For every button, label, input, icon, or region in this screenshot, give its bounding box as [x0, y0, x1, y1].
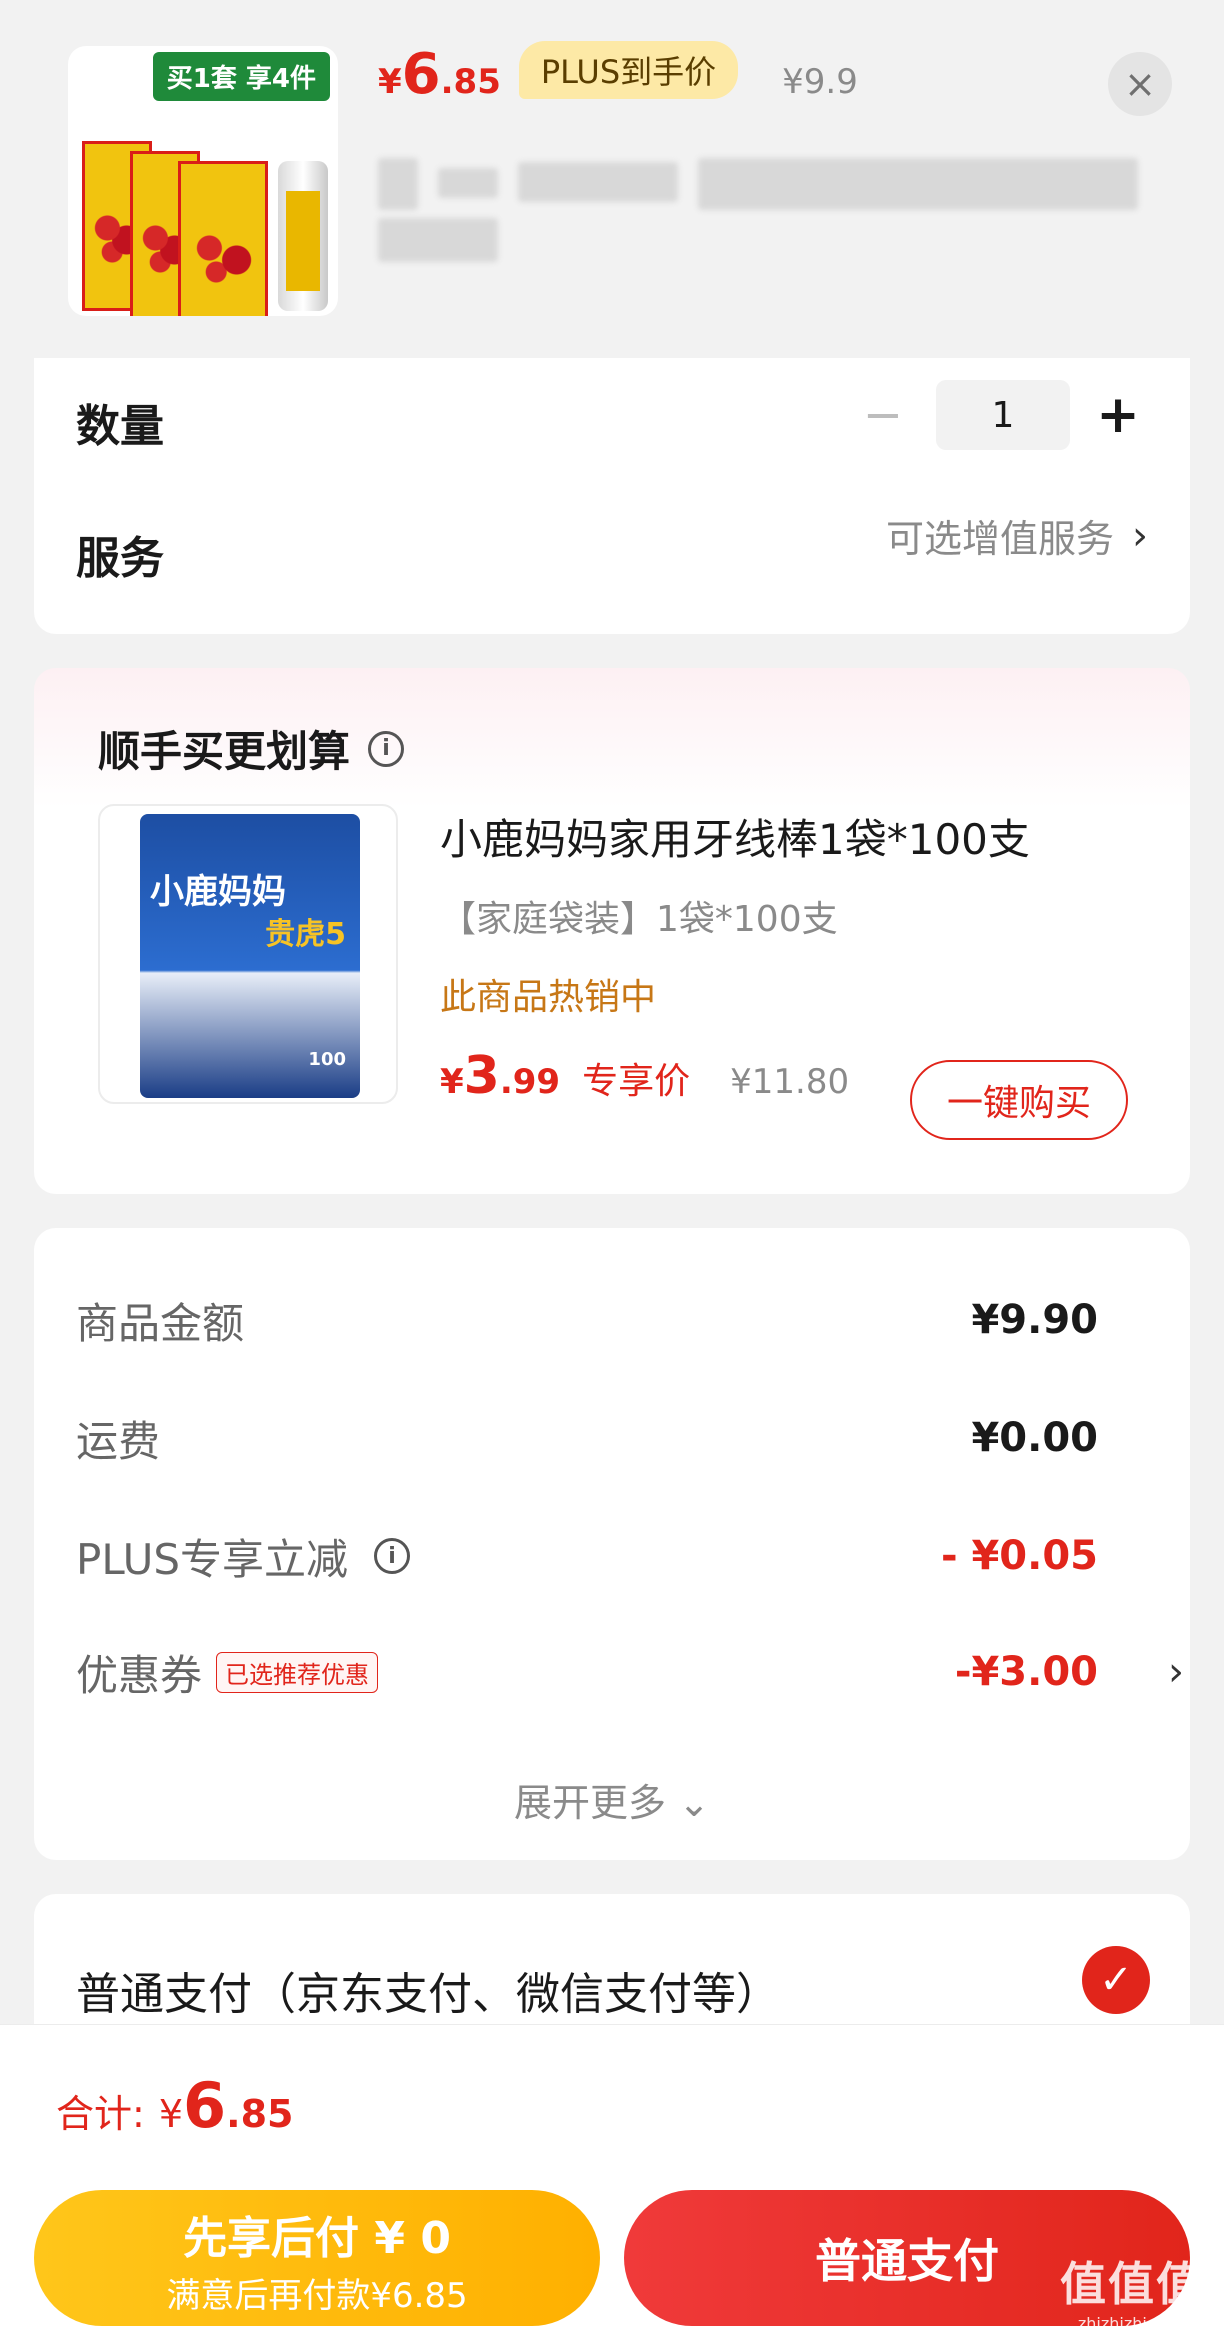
- expand-more-button[interactable]: 展开更多 ⌄: [34, 1772, 1190, 1827]
- checkout-page: 买1套 享4件 ¥ 6 .85 PLUS到手价 ¥9.9 × 数量 − 1 + …: [0, 0, 1224, 2339]
- upsell-title-text: 顺手买更划算: [98, 727, 351, 776]
- upsell-price-line: ¥ 3 .99 专享价 ¥11.80: [440, 1046, 849, 1106]
- pack-brand-text: 小鹿妈妈: [150, 872, 286, 912]
- price-integer: 3: [463, 1046, 500, 1106]
- plus-price-badge: PLUS到手价: [518, 41, 739, 99]
- bnpl-sub-label: 满意后再付款¥6.85: [166, 2276, 468, 2316]
- bag-image: [178, 161, 268, 316]
- service-selector[interactable]: 可选增值服务 ›: [886, 508, 1148, 563]
- thumb-promo-banner: 买1套 享4件: [152, 52, 330, 101]
- price-integer: 6: [401, 42, 441, 107]
- wrap-roll-image: [278, 161, 328, 311]
- summary-value: ¥9.90: [971, 1297, 1098, 1343]
- check-icon[interactable]: ✓: [1082, 1946, 1150, 2014]
- upsell-title: 顺手买更划算 i: [98, 718, 405, 779]
- price-symbol: ¥: [440, 1062, 464, 1102]
- total-price: 合计: ¥ 6 .85: [56, 2069, 293, 2142]
- exclusive-price-tag: 专享价: [582, 1061, 691, 1102]
- summary-label-text: PLUS专享立减: [76, 1534, 349, 1584]
- quantity-service-card: 数量 − 1 + 服务 可选增值服务 ›: [34, 358, 1190, 634]
- quantity-label: 数量: [76, 401, 164, 452]
- pack-count-text: 100: [308, 1049, 346, 1070]
- price-decimal: .99: [499, 1062, 561, 1102]
- site-watermark: 值值值 zhizhizhi.com: [1060, 2248, 1204, 2333]
- service-value: 可选增值服务: [885, 517, 1114, 561]
- upsell-product-image[interactable]: 小鹿妈妈 贵虎5 100: [98, 804, 398, 1104]
- total-label: 合计:: [56, 2092, 145, 2136]
- price-summary-card: 商品金额 ¥9.90 运费 ¥0.00 PLUS专享立减 i - ¥0.05 优…: [34, 1228, 1190, 1860]
- total-symbol: ¥: [158, 2092, 183, 2136]
- coupon-badge: 已选推荐优惠: [216, 1651, 379, 1693]
- summary-row-shipping: 运费 ¥0.00: [76, 1408, 1098, 1468]
- upsell-hot-label: 此商品热销中: [440, 977, 657, 1018]
- upsell-product-spec: 【家庭袋装】1袋*100支: [440, 899, 838, 940]
- bnpl-main-label: 先享后付 ¥ 0: [183, 2213, 451, 2264]
- summary-row-plus-discount: PLUS专享立减 i - ¥0.05: [76, 1526, 1098, 1586]
- floss-pack-image: 小鹿妈妈 贵虎5 100: [140, 814, 360, 1098]
- original-price: ¥9.9: [782, 62, 858, 102]
- chevron-right-icon: ›: [1132, 512, 1148, 559]
- total-integer: 6: [183, 2069, 227, 2142]
- summary-row-goods: 商品金额 ¥9.90: [76, 1290, 1098, 1350]
- original-price: ¥11.80: [730, 1062, 850, 1102]
- close-icon[interactable]: ×: [1108, 52, 1172, 116]
- quantity-input[interactable]: 1: [936, 380, 1070, 450]
- watermark-logo: 值值值: [1060, 2257, 1204, 2311]
- summary-row-coupon[interactable]: 优惠券 已选推荐优惠 -¥3.00: [76, 1642, 1098, 1702]
- pack-sub-text: 贵虎5: [265, 917, 346, 952]
- price-symbol: ¥: [378, 62, 402, 102]
- one-click-buy-button[interactable]: 一键购买: [910, 1060, 1128, 1140]
- product-header: 买1套 享4件 ¥ 6 .85 PLUS到手价 ¥9.9 ×: [0, 0, 1224, 355]
- info-icon[interactable]: i: [374, 1538, 411, 1574]
- quantity-stepper: − 1 +: [848, 380, 1148, 450]
- plus-icon[interactable]: +: [1088, 385, 1148, 445]
- product-title-blurred: [378, 148, 1158, 268]
- upsell-product-name[interactable]: 小鹿妈妈家用牙线棒1袋*100支: [440, 806, 1030, 867]
- product-price-line: ¥ 6 .85 PLUS到手价 ¥9.9: [378, 41, 858, 112]
- payment-method-label: 普通支付（京东支付、微信支付等）: [76, 1969, 780, 2020]
- upsell-card: 顺手买更划算 i 小鹿妈妈 贵虎5 100 小鹿妈妈家用牙线棒1袋*100支 【…: [34, 668, 1190, 1194]
- minus-icon[interactable]: −: [848, 387, 918, 443]
- summary-value: -¥3.00: [954, 1649, 1098, 1695]
- price-decimal: .85: [440, 62, 501, 102]
- summary-value: - ¥0.05: [940, 1533, 1098, 1579]
- service-label: 服务: [76, 533, 164, 584]
- summary-label: 运费: [76, 1416, 161, 1466]
- summary-label: 商品金额: [76, 1298, 245, 1348]
- summary-value: ¥0.00: [971, 1415, 1098, 1461]
- action-bar: 先享后付 ¥ 0 满意后再付款¥6.85 普通支付 值值值 zhizhizhi.…: [0, 2174, 1224, 2339]
- watermark-url: zhizhizhi.com: [1077, 2314, 1187, 2333]
- summary-label: PLUS专享立减 i: [76, 1526, 411, 1587]
- info-icon[interactable]: i: [368, 730, 405, 767]
- chevron-right-icon[interactable]: ›: [1168, 1649, 1184, 1695]
- product-thumbnail[interactable]: 买1套 享4件: [68, 46, 338, 316]
- total-decimal: .85: [226, 2092, 294, 2136]
- summary-label-text: 优惠券: [76, 1650, 203, 1700]
- summary-label: 优惠券 已选推荐优惠: [76, 1642, 379, 1703]
- total-bar: 合计: ¥ 6 .85: [0, 2024, 1224, 2174]
- buy-now-pay-later-button[interactable]: 先享后付 ¥ 0 满意后再付款¥6.85: [34, 2190, 600, 2326]
